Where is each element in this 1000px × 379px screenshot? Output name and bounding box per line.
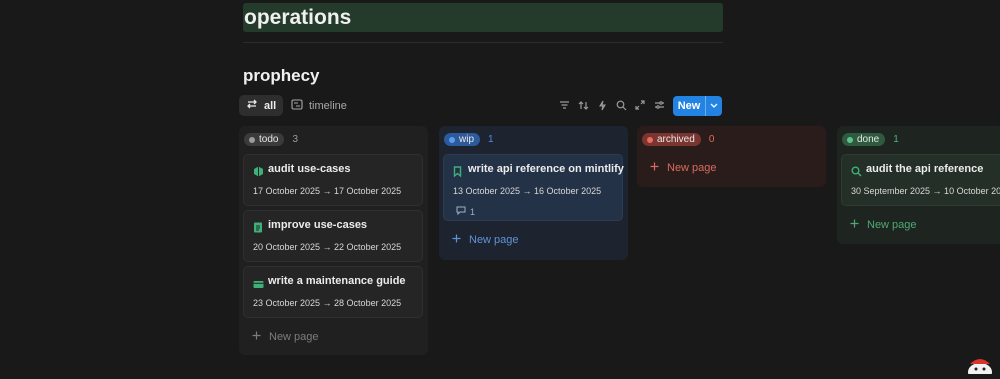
new-page-button[interactable]: New page bbox=[650, 162, 717, 174]
database-title[interactable]: prophecy bbox=[243, 66, 320, 86]
comment-count-value: 1 bbox=[470, 206, 476, 217]
board-card[interactable]: write api reference on mintlify 13 Octob… bbox=[443, 154, 624, 221]
board-card[interactable]: audit the api reference 30 September 202… bbox=[841, 154, 1000, 206]
tab-all[interactable]: all bbox=[239, 95, 284, 116]
card-title: write api reference on mintlify bbox=[468, 163, 624, 175]
plus-icon bbox=[252, 331, 261, 343]
new-page-label: New page bbox=[667, 162, 717, 174]
new-button-label: New bbox=[677, 100, 701, 112]
card-title: audit use-cases bbox=[268, 163, 351, 175]
divider bbox=[243, 42, 723, 43]
plus-icon bbox=[850, 219, 859, 231]
lightning-icon[interactable] bbox=[595, 98, 609, 112]
status-label: todo bbox=[259, 134, 279, 145]
card-icon bbox=[253, 276, 264, 288]
expand-icon[interactable] bbox=[633, 98, 647, 112]
column-header: todo 3 bbox=[244, 133, 298, 146]
new-page-label: New page bbox=[269, 331, 319, 343]
column-count: 0 bbox=[708, 134, 715, 145]
status-label: wip bbox=[459, 134, 475, 145]
card-date-range: 20 October 2025 → 22 October 2025 bbox=[253, 242, 402, 252]
status-label: archived bbox=[657, 134, 695, 145]
card-title: write a maintenance guide bbox=[268, 275, 406, 287]
filter-icon[interactable] bbox=[557, 98, 571, 112]
comment-icon bbox=[456, 206, 466, 217]
sort-icon[interactable] bbox=[576, 98, 590, 112]
status-badge[interactable]: todo bbox=[244, 133, 285, 146]
new-page-button[interactable]: New page bbox=[452, 234, 519, 246]
new-page-label: New page bbox=[469, 234, 519, 246]
status-badge[interactable]: done bbox=[842, 133, 886, 146]
status-dot bbox=[647, 136, 653, 143]
card-title: audit the api reference bbox=[866, 163, 984, 175]
comment-count[interactable]: 1 bbox=[456, 206, 475, 217]
new-button[interactable]: New bbox=[673, 96, 722, 116]
status-dot bbox=[249, 136, 255, 143]
page-title[interactable]: operations bbox=[243, 3, 723, 32]
column-todo: todo 3 audit use-cases 17 October 2025 →… bbox=[239, 126, 428, 355]
status-badge[interactable]: wip bbox=[444, 133, 481, 146]
board-card[interactable]: audit use-cases 17 October 2025 → 17 Oct… bbox=[243, 154, 423, 206]
card-title: improve use-cases bbox=[268, 219, 368, 231]
column-wip: wip 1 write api reference on mintlify 13… bbox=[439, 126, 628, 260]
chevron-down-icon[interactable] bbox=[706, 103, 722, 109]
status-dot bbox=[449, 136, 455, 143]
status-dot bbox=[847, 136, 853, 143]
new-page-button[interactable]: New page bbox=[252, 331, 319, 343]
tab-timeline[interactable]: timeline bbox=[284, 95, 354, 116]
bookmark-icon bbox=[453, 164, 464, 178]
timeline-icon bbox=[291, 98, 303, 113]
column-header: done 1 bbox=[842, 133, 899, 146]
hexagon-icon bbox=[253, 164, 264, 177]
tab-timeline-label: timeline bbox=[309, 99, 347, 112]
card-date-range: 13 October 2025 → 16 October 2025 bbox=[453, 186, 602, 196]
status-label: done bbox=[857, 134, 880, 145]
board-card[interactable]: improve use-cases 20 October 2025 → 22 O… bbox=[243, 210, 423, 262]
column-count: 3 bbox=[292, 134, 299, 145]
column-archived: archived 0 New page bbox=[637, 126, 826, 187]
settings-sliders-icon[interactable] bbox=[652, 98, 666, 112]
document-icon bbox=[253, 220, 264, 233]
new-page-label: New page bbox=[867, 219, 917, 231]
status-badge[interactable]: archived bbox=[642, 133, 701, 146]
board-card[interactable]: write a maintenance guide 23 October 202… bbox=[243, 266, 423, 318]
plus-icon bbox=[650, 162, 659, 174]
column-header: archived 0 bbox=[642, 133, 714, 146]
column-done: done 1 audit the api reference 30 Septem… bbox=[837, 126, 1000, 244]
tab-all-label: all bbox=[264, 99, 277, 112]
new-page-button[interactable]: New page bbox=[850, 219, 917, 231]
avatar[interactable] bbox=[966, 356, 994, 379]
column-count: 1 bbox=[893, 134, 899, 145]
column-count: 1 bbox=[488, 134, 494, 145]
plus-icon bbox=[452, 234, 461, 246]
card-date-range: 23 October 2025 → 28 October 2025 bbox=[253, 298, 402, 308]
card-date-range: 30 September 2025 → 10 October 2025 bbox=[851, 186, 1000, 196]
card-date-range: 17 October 2025 → 17 October 2025 bbox=[253, 186, 402, 196]
search-icon bbox=[851, 164, 862, 177]
column-header: wip 1 bbox=[444, 133, 494, 146]
search-icon[interactable] bbox=[614, 98, 628, 112]
arrows-swap-icon bbox=[246, 98, 258, 113]
